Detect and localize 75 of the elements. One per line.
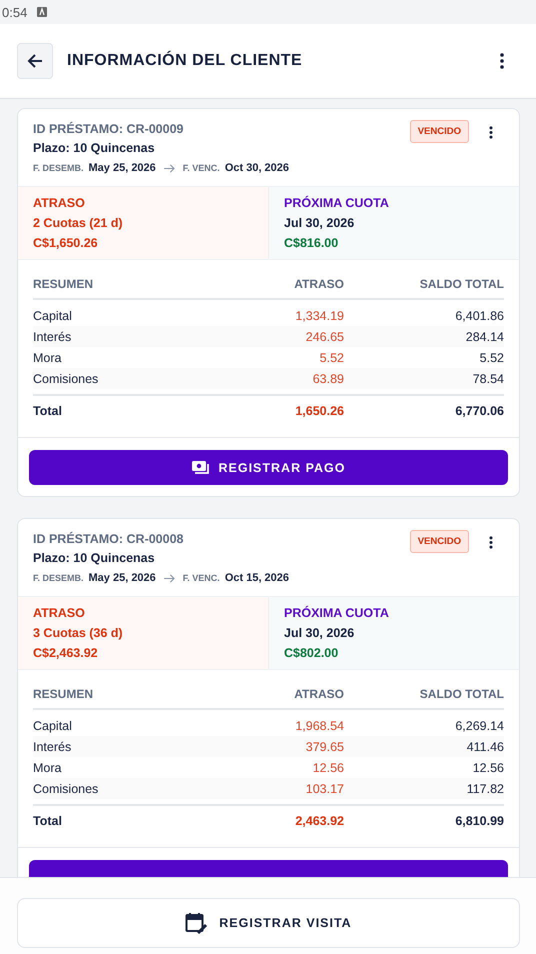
column-header: ATRASO — [293, 686, 344, 700]
table-cell-text: Capital — [33, 718, 73, 732]
panel-label: PRÓXIMA CUOTA — [284, 196, 390, 210]
calendar-edit-icon — [185, 912, 208, 934]
date-label: F. VENC. — [182, 573, 220, 583]
arrow-icon — [164, 574, 175, 582]
total-cell-text: 2,463.92 — [294, 814, 344, 828]
table-cell-text: Mora — [33, 350, 62, 364]
panel-label: PRÓXIMA CUOTA — [284, 606, 390, 620]
status-badge: VENCIDO — [410, 530, 469, 553]
table-cell-text: Comisiones — [33, 372, 100, 386]
total-cell-text: 1,650.26 — [294, 404, 344, 418]
arrow-icon — [164, 164, 175, 172]
table-cell-text: 12.56 — [312, 760, 344, 774]
table-cell-text: 411.46 — [466, 740, 504, 754]
table-cell-text: 6,401.86 — [454, 308, 504, 322]
status-badge: VENCIDO — [410, 120, 469, 143]
loan-term: Plazo: 10 Quincenas — [33, 551, 156, 565]
table-cell-text: 6,269.14 — [454, 718, 504, 732]
table-cell-text: 12.56 — [472, 760, 504, 774]
next-date: Jul 30, 2026 — [284, 216, 356, 230]
total-cell-text: 6,770.06 — [454, 404, 504, 418]
status-time: 0:54 — [2, 4, 28, 20]
total-cell-text: 6,810.99 — [454, 814, 504, 828]
table-cell-text: Interés — [33, 330, 72, 344]
column-header: RESUMEN — [33, 686, 94, 700]
column-header: RESUMEN — [33, 276, 94, 290]
overdue-amount: C$1,650.26 — [33, 236, 99, 250]
loan-id: ID PRÉSTAMO: CR-00008 — [33, 532, 184, 546]
table-cell-text: 5.52 — [478, 350, 504, 364]
total-cell-text: Total — [33, 814, 63, 828]
overdue-count: 3 Cuotas (36 d) — [33, 626, 124, 640]
column-header: SALDO TOTAL — [418, 686, 504, 700]
column-header: ATRASO — [293, 276, 344, 290]
table-cell-text: Interés — [33, 740, 72, 754]
panel-label: ATRASO — [33, 196, 86, 210]
money-icon — [192, 460, 210, 474]
table-cell-text: Capital — [33, 308, 73, 322]
screen-title: INFORMACIÓN DEL CLIENTE — [67, 52, 304, 70]
date-value: May 25, 2026 — [88, 572, 156, 584]
table-cell-text: 117.82 — [466, 782, 504, 796]
date-label: F. DESEMB. — [33, 573, 84, 583]
table-cell-text: 379.65 — [304, 740, 344, 754]
notification-icon — [37, 7, 48, 17]
column-header: SALDO TOTAL — [418, 276, 504, 290]
total-cell-text: Total — [33, 404, 63, 418]
next-amount: C$816.00 — [284, 236, 340, 250]
table-cell-text: Mora — [33, 760, 62, 774]
loan-term: Plazo: 10 Quincenas — [33, 141, 156, 155]
table-cell-text: 1,968.54 — [294, 718, 344, 732]
register-visit-button[interactable]: REGISTRAR VISITA — [17, 898, 520, 948]
overdue-amount: C$2,463.92 — [33, 646, 99, 660]
date-label: F. VENC. — [182, 163, 220, 173]
table-cell-text: 1,334.19 — [294, 308, 344, 322]
table-cell-text: Comisiones — [33, 782, 100, 796]
table-cell-text: 103.17 — [304, 782, 344, 796]
pay-button[interactable]: REGISTRAR PAGO — [29, 450, 508, 485]
table-cell-text: 78.54 — [472, 372, 504, 386]
loan-id: ID PRÉSTAMO: CR-00009 — [33, 122, 184, 136]
next-date: Jul 30, 2026 — [284, 626, 356, 640]
table-cell-text: 284.14 — [464, 330, 504, 344]
table-cell-text: 246.65 — [304, 330, 344, 344]
back-button[interactable] — [17, 43, 53, 79]
panel-label: ATRASO — [33, 606, 86, 620]
table-cell-text: 5.52 — [318, 350, 344, 364]
date-value: Oct 15, 2026 — [224, 572, 290, 584]
overdue-count: 2 Cuotas (21 d) — [33, 216, 124, 230]
next-amount: C$802.00 — [284, 646, 340, 660]
more-icon[interactable] — [500, 53, 504, 69]
date-value: May 25, 2026 — [88, 162, 156, 174]
more-icon[interactable] — [489, 536, 493, 549]
date-label: F. DESEMB. — [33, 163, 84, 173]
more-icon[interactable] — [489, 126, 493, 139]
date-value: Oct 30, 2026 — [224, 162, 290, 174]
table-cell-text: 63.89 — [312, 372, 344, 386]
